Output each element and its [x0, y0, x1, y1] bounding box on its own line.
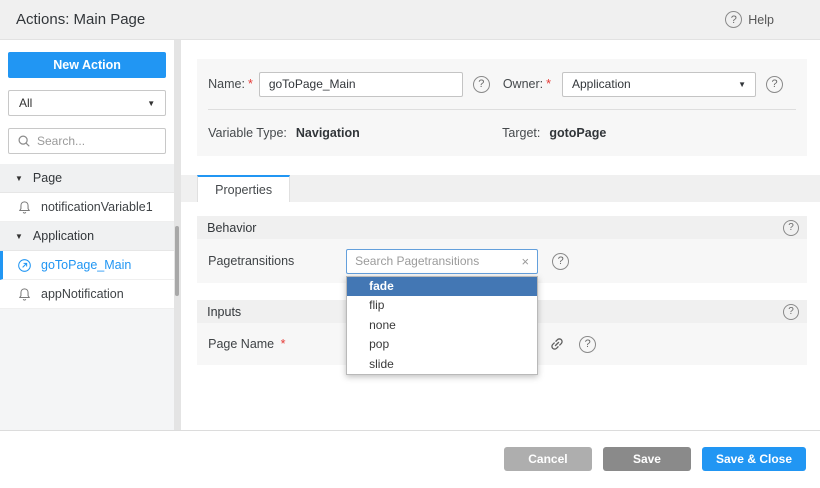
behavior-section-header: Behavior ?	[197, 216, 807, 239]
collapse-caret-icon: ▼	[15, 232, 23, 241]
tree-item-notificationVariable1[interactable]: notificationVariable1	[0, 193, 174, 222]
page-name-label: Page Name *	[208, 337, 346, 351]
search-icon	[17, 134, 31, 148]
collapse-caret-icon: ▼	[15, 174, 23, 183]
content-area: New Action All ▼ ▼ Page notificationVari…	[0, 40, 820, 430]
dropdown-option-slide[interactable]: slide	[347, 355, 537, 375]
navigation-icon	[17, 258, 32, 273]
page-name-help-icon[interactable]: ?	[579, 336, 596, 353]
inputs-title: Inputs	[207, 305, 241, 319]
required-asterisk: *	[248, 77, 253, 91]
actions-tree: ▼ Page notificationVariable1 ▼ Applicati…	[0, 164, 174, 309]
type-target-row: Variable Type: Navigation Target: gotoPa…	[208, 110, 796, 156]
cancel-button[interactable]: Cancel	[504, 447, 592, 471]
tree-group-label: Application	[33, 229, 94, 243]
sidebar-divider	[174, 40, 181, 430]
sidebar-scrollbar-thumb[interactable]	[175, 226, 179, 296]
action-summary-box: Name: * ? Owner: * Application ▼ ? Varia…	[197, 59, 807, 156]
behavior-help-icon[interactable]: ?	[783, 220, 799, 236]
actions-sidebar: New Action All ▼ ▼ Page notificationVari…	[0, 40, 174, 430]
sidebar-filler	[0, 309, 174, 430]
filter-select-value: All	[19, 96, 32, 110]
pagetransitions-label: Pagetransitions	[208, 254, 346, 268]
help-icon: ?	[725, 11, 742, 28]
dropdown-option-pop[interactable]: pop	[347, 335, 537, 355]
save-and-close-button[interactable]: Save & Close	[702, 447, 806, 471]
page-title: Actions: Main Page	[16, 11, 145, 28]
name-input[interactable]	[259, 72, 463, 97]
tree-item-appNotification[interactable]: appNotification	[0, 280, 174, 309]
variable-type-pair: Variable Type: Navigation	[208, 126, 502, 140]
tree-item-label: goToPage_Main	[41, 258, 131, 272]
name-owner-row: Name: * ? Owner: * Application ▼ ?	[208, 59, 796, 109]
target-pair: Target: gotoPage	[502, 126, 606, 140]
behavior-section-body: Pagetransitions × fade flip none pop sli…	[197, 239, 807, 283]
required-asterisk: *	[281, 337, 286, 351]
help-button[interactable]: ? Help	[725, 11, 774, 28]
inputs-help-icon[interactable]: ?	[783, 304, 799, 320]
target-label: Target:	[502, 126, 540, 140]
sidebar-search[interactable]	[8, 128, 166, 154]
owner-help-icon[interactable]: ?	[766, 76, 783, 93]
clear-icon[interactable]: ×	[522, 255, 530, 268]
pagetransitions-dropdown: fade flip none pop slide	[346, 276, 538, 376]
pagetransitions-help-icon[interactable]: ?	[552, 253, 569, 270]
help-label: Help	[748, 13, 774, 27]
search-input[interactable]	[37, 134, 157, 148]
action-detail-panel: Name: * ? Owner: * Application ▼ ? Varia…	[181, 40, 820, 430]
pagetransitions-search-input[interactable]	[355, 254, 521, 268]
dropdown-option-fade[interactable]: fade	[347, 277, 537, 297]
tree-group-page[interactable]: ▼ Page	[0, 164, 174, 193]
required-asterisk: *	[546, 77, 551, 91]
chevron-down-icon: ▼	[147, 99, 155, 108]
tree-item-goToPage-Main[interactable]: goToPage_Main	[0, 251, 174, 280]
notification-icon	[17, 287, 32, 302]
pagetransitions-search[interactable]: ×	[346, 249, 538, 274]
chevron-down-icon: ▼	[738, 80, 746, 89]
tree-item-label: notificationVariable1	[41, 200, 153, 214]
name-help-icon[interactable]: ?	[473, 76, 490, 93]
behavior-title: Behavior	[207, 221, 256, 235]
owner-select[interactable]: Application ▼	[562, 72, 756, 97]
tree-group-label: Page	[33, 171, 62, 185]
name-label: Name:	[208, 77, 245, 91]
target-value: gotoPage	[549, 126, 606, 140]
footer-bar: Cancel Save Save & Close	[0, 430, 820, 487]
save-button[interactable]: Save	[603, 447, 691, 471]
variable-type-value: Navigation	[296, 126, 360, 140]
dropdown-option-none[interactable]: none	[347, 316, 537, 336]
dropdown-option-flip[interactable]: flip	[347, 296, 537, 316]
link-binding-icon[interactable]	[549, 336, 565, 352]
app-header: Actions: Main Page ? Help	[0, 0, 820, 40]
owner-label: Owner:	[503, 77, 543, 91]
owner-select-value: Application	[572, 77, 631, 91]
notification-icon	[17, 200, 32, 215]
pagetransitions-combobox: × fade flip none pop slide	[346, 249, 538, 274]
tree-item-label: appNotification	[41, 287, 124, 301]
variable-type-label: Variable Type:	[208, 126, 287, 140]
tab-properties[interactable]: Properties	[197, 175, 290, 202]
tab-strip: Properties	[181, 175, 820, 202]
tree-group-application[interactable]: ▼ Application	[0, 222, 174, 251]
action-filter-select[interactable]: All ▼	[8, 90, 166, 116]
new-action-button[interactable]: New Action	[8, 52, 166, 78]
